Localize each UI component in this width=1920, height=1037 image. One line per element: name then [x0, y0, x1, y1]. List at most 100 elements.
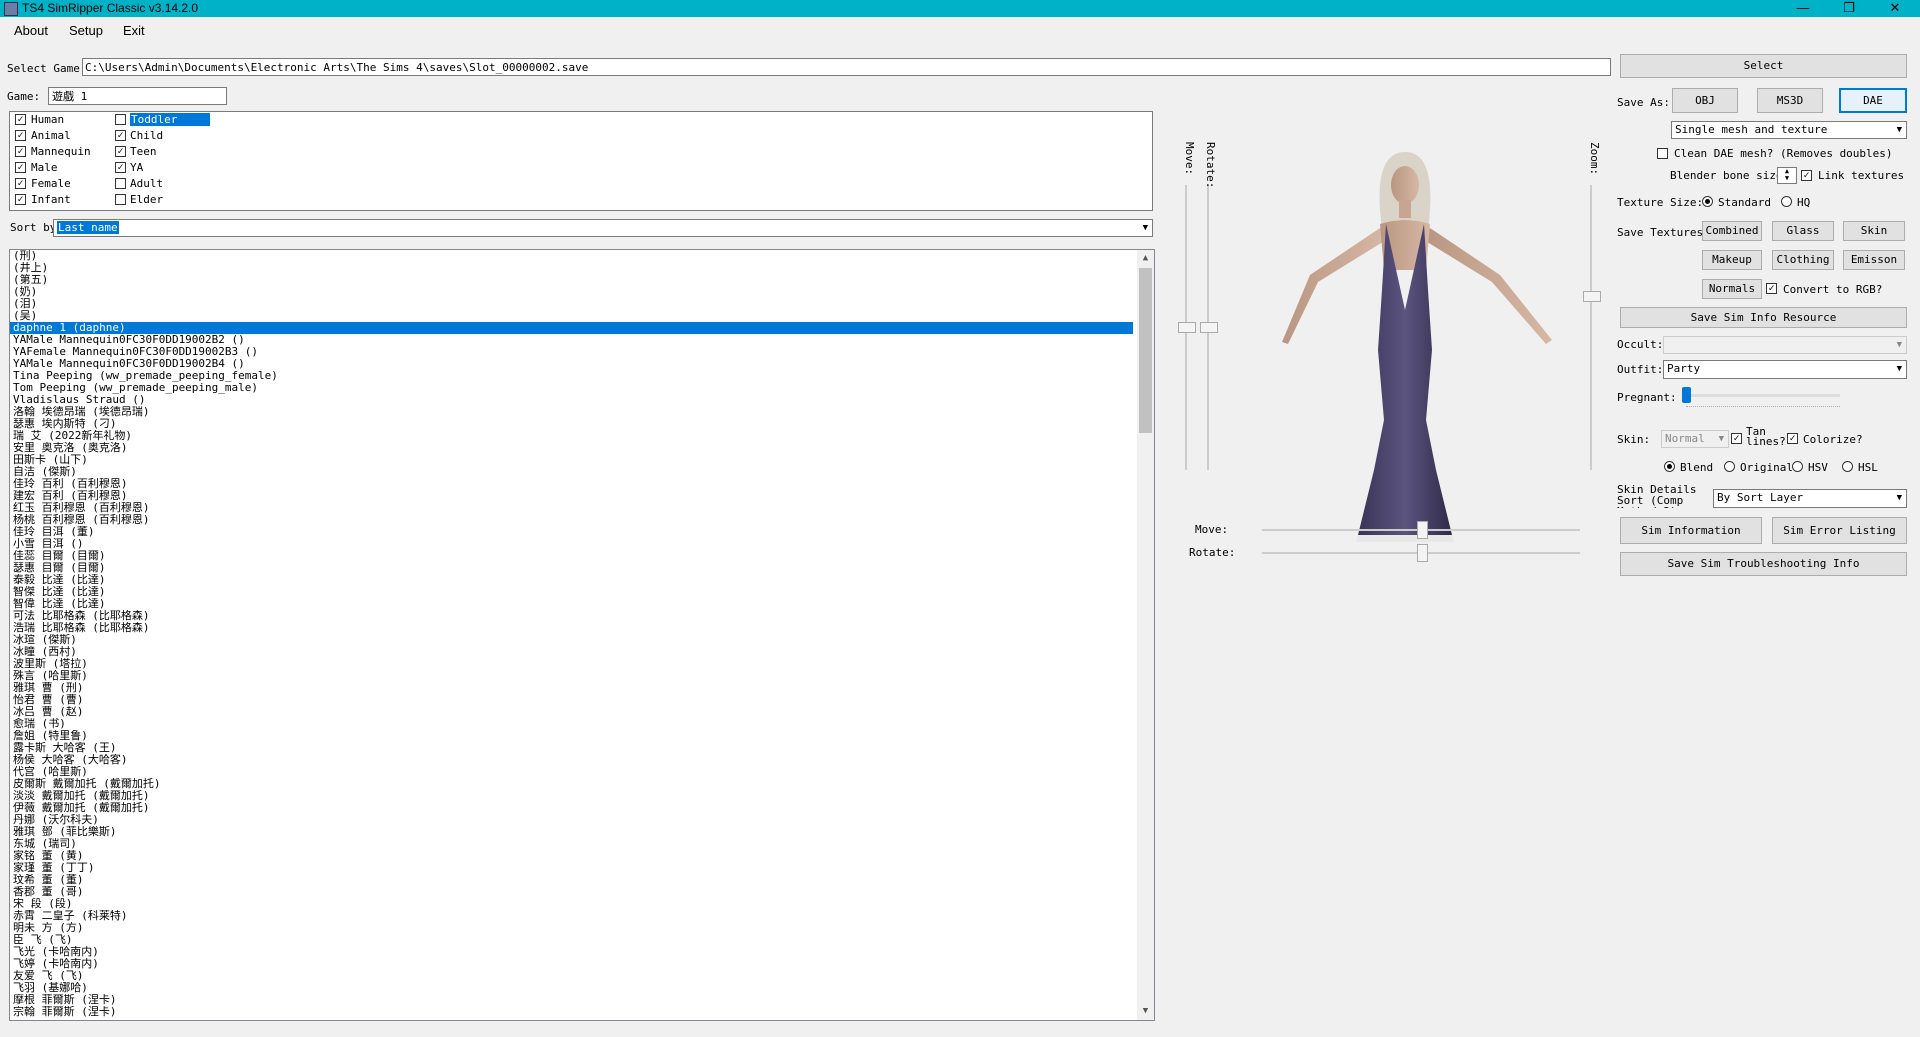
save-path-field[interactable]: C:\Users\Admin\Documents\Electronic Arts… [82, 58, 1611, 76]
save-troubleshooting-button[interactable]: Save Sim Troubleshooting Info [1620, 552, 1907, 576]
tex-normals-button[interactable]: Normals [1702, 279, 1762, 299]
sim-model-viewport[interactable] [1240, 140, 1570, 550]
sim-list[interactable]: (刑) (井上) (第五) (奶) (泪) (吴) daphne 1 (daphn… [9, 249, 1155, 1021]
tex-emission-button[interactable]: Emisson [1843, 250, 1905, 270]
filter-male-checkbox[interactable]: ✓ [15, 162, 26, 173]
list-item[interactable]: 杨桃 百利穆恩 (百利穆恩) [10, 514, 1133, 526]
list-item[interactable]: YAMale Mannequin0FC30F0DD19002B2 () [10, 334, 1133, 346]
list-item[interactable]: 殊言 (哈里斯) [10, 670, 1133, 682]
list-item[interactable]: 代宫 (哈里斯) [10, 766, 1133, 778]
list-item[interactable]: 安里 奥克洛 (奥克洛) [10, 442, 1133, 454]
filter-child-checkbox[interactable]: ✓ [115, 130, 126, 141]
list-item[interactable]: (第五) [10, 274, 1133, 286]
format-obj-button[interactable]: OBJ [1672, 88, 1738, 113]
bone-size-spinner[interactable]: ▲ ▼ [1777, 167, 1797, 184]
list-item[interactable]: 杨侯 大哈客 (大哈客) [10, 754, 1133, 766]
list-item[interactable]: Vladislaus Straud () [10, 394, 1133, 406]
filter-female-checkbox[interactable]: ✓ [15, 178, 26, 189]
sim-information-button[interactable]: Sim Information [1620, 517, 1762, 544]
filter-elder-checkbox[interactable] [115, 194, 126, 205]
occult-select[interactable]: ▼ [1663, 336, 1907, 354]
list-item[interactable]: 明未 方 (方) [10, 922, 1133, 934]
select-button[interactable]: Select [1620, 54, 1907, 78]
rotate-vertical-slider[interactable] [1197, 140, 1219, 470]
list-item[interactable]: 泰毅 比達 (比達) [10, 574, 1133, 586]
clean-dae-checkbox[interactable] [1657, 148, 1668, 159]
list-item[interactable]: (奶) [10, 286, 1133, 298]
list-item[interactable]: 红玉 百利穆恩 (百利穆恩) [10, 502, 1133, 514]
list-item[interactable]: 淡淡 戴爾加托 (戴爾加托) [10, 790, 1133, 802]
filter-mannequin-checkbox[interactable]: ✓ [15, 146, 26, 157]
list-item[interactable]: 皮爾斯 戴爾加托 (戴爾加托) [10, 778, 1133, 790]
save-sim-info-button[interactable]: Save Sim Info Resource [1620, 307, 1907, 328]
format-dae-button[interactable]: DAE [1839, 88, 1907, 113]
rotate-horizontal-slider[interactable] [1262, 543, 1580, 563]
list-item[interactable]: 冰瞳 (西村) [10, 646, 1133, 658]
sim-error-listing-button[interactable]: Sim Error Listing [1772, 517, 1907, 544]
filter-animal-checkbox[interactable]: ✓ [15, 130, 26, 141]
list-item[interactable]: 雅琪 鄧 (菲比樂斯) [10, 826, 1133, 838]
list-item[interactable]: 伊薇 戴爾加托 (戴爾加托) [10, 802, 1133, 814]
filter-toddler-checkbox[interactable] [115, 114, 126, 125]
list-item[interactable]: 露卡斯 大哈客 (王) [10, 742, 1133, 754]
list-item[interactable]: (刑) [10, 250, 1133, 262]
scroll-down-icon[interactable]: ▼ [1137, 1003, 1154, 1020]
list-item[interactable]: 佳玲 百利 (百利穆恩) [10, 478, 1133, 490]
move-vertical-slider[interactable] [1175, 140, 1197, 470]
pregnant-slider[interactable] [1682, 384, 1842, 412]
list-item[interactable]: 丹娜 (沃尔科夫) [10, 814, 1133, 826]
colorize-checkbox[interactable]: ✓ [1787, 433, 1798, 444]
list-item[interactable]: 赤霄 二皇子 (科莱特) [10, 910, 1133, 922]
list-item[interactable]: 自洁 (傑斯) [10, 466, 1133, 478]
list-item[interactable]: 瑞 艾 (2022新年礼物) [10, 430, 1133, 442]
list-item[interactable]: 佳玲 目洱 (董) [10, 526, 1133, 538]
hsv-radio[interactable] [1792, 461, 1803, 472]
tex-makeup-button[interactable]: Makeup [1702, 250, 1762, 270]
link-textures-checkbox[interactable]: ✓ [1801, 170, 1812, 181]
list-item[interactable]: Tina Peeping (ww_premade_peeping_female) [10, 370, 1133, 382]
list-item[interactable]: 香郡 董 (哥) [10, 886, 1133, 898]
list-item[interactable]: 飞羽 (基娜哈) [10, 982, 1133, 994]
tan-lines-checkbox[interactable]: ✓ [1731, 433, 1742, 444]
filter-adult-checkbox[interactable] [115, 178, 126, 189]
list-item[interactable]: 冰吕 曹 (赵) [10, 706, 1133, 718]
minimize-button[interactable]: — [1780, 0, 1826, 17]
tex-glass-button[interactable]: Glass [1772, 221, 1834, 241]
list-item[interactable]: 家瑾 董 (丁丁) [10, 862, 1133, 874]
blend-radio[interactable] [1664, 461, 1675, 472]
list-item[interactable]: 飞婷 (卡哈南内) [10, 958, 1133, 970]
skin-details-select[interactable]: By Sort Layer ▼ [1713, 489, 1907, 508]
list-item[interactable]: 小雪 目洱 () [10, 538, 1133, 550]
convert-rgb-checkbox[interactable]: ✓ [1766, 283, 1777, 294]
outfit-select[interactable]: Party ▼ [1663, 360, 1907, 379]
list-item[interactable]: 建宏 百利 (百利穆恩) [10, 490, 1133, 502]
menu-setup[interactable]: Setup [69, 23, 103, 38]
filter-human-checkbox[interactable]: ✓ [15, 114, 26, 125]
list-item[interactable]: 臣 飞 (飞) [10, 934, 1133, 946]
list-item[interactable]: YAFemale Mannequin0FC30F0DD19002B3 () [10, 346, 1133, 358]
list-item[interactable]: 家铭 董 (黄) [10, 850, 1133, 862]
list-item[interactable]: 瑟惠 埃内斯特 (刁) [10, 418, 1133, 430]
scroll-up-icon[interactable]: ▲ [1137, 250, 1154, 267]
tex-combined-button[interactable]: Combined [1702, 221, 1762, 241]
format-ms3d-button[interactable]: MS3D [1757, 88, 1823, 113]
list-item[interactable]: 友爱 飞 (飞) [10, 970, 1133, 982]
move-horizontal-slider[interactable] [1262, 520, 1580, 540]
texture-hq-radio[interactable] [1781, 196, 1792, 207]
texture-standard-radio[interactable] [1702, 196, 1713, 207]
list-item[interactable]: 愈瑞 (书) [10, 718, 1133, 730]
list-item[interactable]: 冰瑄 (傑斯) [10, 634, 1133, 646]
list-item[interactable]: 飞光 (卡哈南内) [10, 946, 1133, 958]
skin-select[interactable]: Normal ▼ [1661, 430, 1729, 448]
filter-infant-checkbox[interactable]: ✓ [15, 194, 26, 205]
list-item[interactable]: 佳蕊 目爾 (目爾) [10, 550, 1133, 562]
list-item[interactable]: 洛翰 埃德昂瑞 (埃德昂瑞) [10, 406, 1133, 418]
list-item[interactable]: 玟希 董 (董) [10, 874, 1133, 886]
list-item[interactable]: Tom Peeping (ww_premade_peeping_male) [10, 382, 1133, 394]
zoom-slider[interactable] [1580, 140, 1602, 470]
list-item[interactable]: 怡君 曹 (曹) [10, 694, 1133, 706]
original-radio[interactable] [1724, 461, 1735, 472]
mesh-mode-select[interactable]: Single mesh and texture ▼ [1671, 121, 1907, 139]
list-item[interactable]: 瑟惠 目爾 (目爾) [10, 562, 1133, 574]
list-item[interactable]: 智偉 比達 (比達) [10, 598, 1133, 610]
